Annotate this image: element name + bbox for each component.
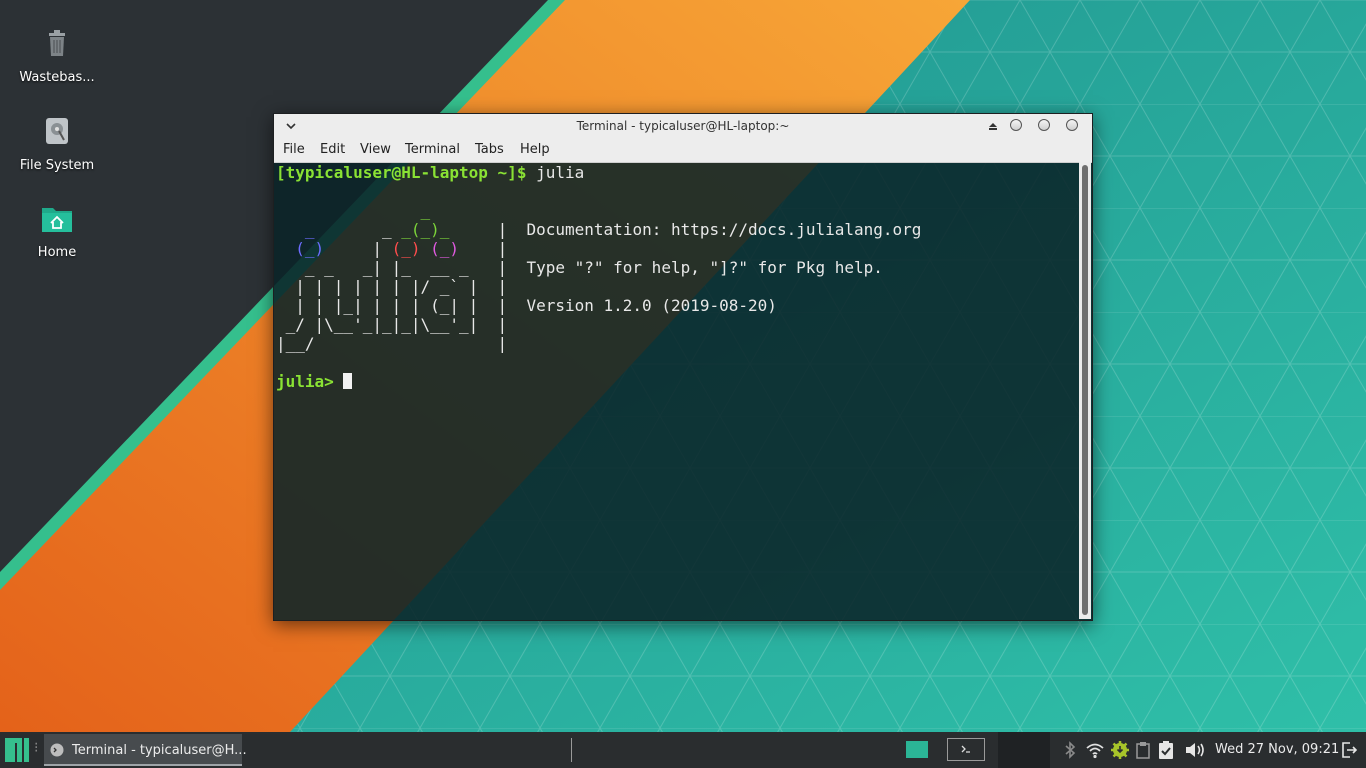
julia-logo-5: | | |_| | | | (_| | | bbox=[276, 296, 527, 315]
doc-line: Documentation: https://docs.julialang.or… bbox=[526, 220, 922, 239]
menu-file[interactable]: File bbox=[283, 142, 305, 157]
logout-icon[interactable] bbox=[1340, 741, 1358, 759]
volume-icon[interactable] bbox=[1184, 741, 1206, 759]
shell-prompt: [typicaluser@HL-laptop ~]$ bbox=[276, 163, 527, 182]
desktop-icon-label: Wastebas... bbox=[19, 70, 95, 85]
menu-terminal[interactable]: Terminal bbox=[405, 142, 460, 157]
home-folder-icon bbox=[42, 208, 72, 232]
taskbar-item-label: Terminal - typicaluser@H... bbox=[72, 743, 247, 758]
drive-icon bbox=[46, 118, 68, 144]
update-gear-icon[interactable] bbox=[1110, 740, 1130, 760]
manjaro-menu-icon[interactable] bbox=[5, 738, 29, 762]
terminal-icon bbox=[50, 743, 64, 757]
trash-icon bbox=[49, 30, 65, 56]
desktop-icon-label: Home bbox=[37, 245, 77, 260]
shell-command: julia bbox=[526, 163, 585, 182]
panel-divider bbox=[571, 738, 572, 762]
maximize-button[interactable] bbox=[1038, 119, 1050, 131]
taskbar-panel: ⁝ Terminal - typicaluser@H... Wed 27 Nov… bbox=[0, 732, 1366, 768]
panel-separator-icon: ⁝ bbox=[34, 740, 39, 756]
terminal-output[interactable]: [typicaluser@HL-laptop ~]$ julia _ _ _ _… bbox=[274, 162, 1079, 619]
julia-logo-4: | | | | | | |/ _` | | bbox=[276, 277, 508, 296]
scrollbar-thumb[interactable] bbox=[1082, 165, 1088, 615]
shade-window-icon[interactable] bbox=[987, 120, 999, 132]
notes-check-icon[interactable] bbox=[1158, 740, 1174, 760]
menu-tabs[interactable]: Tabs bbox=[475, 142, 504, 157]
window-title: Terminal - typicaluser@HL-laptop:~ bbox=[576, 119, 790, 133]
desktop-icon-file-system[interactable]: File System bbox=[14, 114, 100, 173]
julia-prompt: julia> bbox=[276, 372, 334, 391]
workspace-1[interactable] bbox=[906, 741, 928, 758]
clock[interactable]: Wed 27 Nov, 09:21 bbox=[1215, 742, 1339, 757]
julia-logo-2: (_) | (_) (_) | bbox=[295, 239, 508, 258]
bluetooth-icon[interactable] bbox=[1062, 741, 1078, 759]
julia-logo-3: _ _ _| |_ __ _ | bbox=[276, 258, 527, 277]
julia-logo-7: |__/ | bbox=[276, 334, 508, 353]
text-cursor bbox=[343, 373, 353, 389]
terminal-icon bbox=[961, 745, 970, 753]
close-button[interactable] bbox=[1066, 119, 1078, 131]
help-line: Type "?" for help, "]?" for Pkg help. bbox=[526, 258, 883, 277]
menu-help[interactable]: Help bbox=[520, 142, 550, 157]
desktop-icon-label: File System bbox=[19, 158, 95, 173]
julia-logo: _ _ _ _(_)_ | bbox=[304, 201, 527, 239]
desktop: Wastebas... File System Home Terminal - … bbox=[0, 0, 1366, 732]
minimize-button[interactable] bbox=[1010, 119, 1022, 131]
version-line: Version 1.2.0 (2019-08-20) bbox=[526, 296, 777, 315]
taskbar-item-terminal[interactable]: Terminal - typicaluser@H... bbox=[44, 734, 247, 766]
menubar: File Edit View Terminal Tabs Help bbox=[274, 139, 1092, 163]
window-titlebar[interactable]: Terminal - typicaluser@HL-laptop:~ bbox=[274, 114, 1092, 139]
julia-logo-6: _/ |\__'_|_|_|\__'_| | bbox=[276, 315, 508, 334]
desktop-icon-home[interactable]: Home bbox=[14, 201, 100, 260]
menu-view[interactable]: View bbox=[360, 142, 391, 157]
wifi-icon[interactable] bbox=[1086, 741, 1104, 759]
workspace-2[interactable] bbox=[947, 738, 985, 761]
terminal-scrollbar[interactable] bbox=[1079, 162, 1091, 619]
clipboard-icon[interactable] bbox=[1136, 741, 1150, 759]
terminal-window[interactable]: Terminal - typicaluser@HL-laptop:~ File … bbox=[273, 113, 1093, 621]
workspace-3[interactable] bbox=[998, 732, 1050, 768]
desktop-icon-wastebasket[interactable]: Wastebas... bbox=[14, 26, 100, 85]
menu-edit[interactable]: Edit bbox=[320, 142, 345, 157]
